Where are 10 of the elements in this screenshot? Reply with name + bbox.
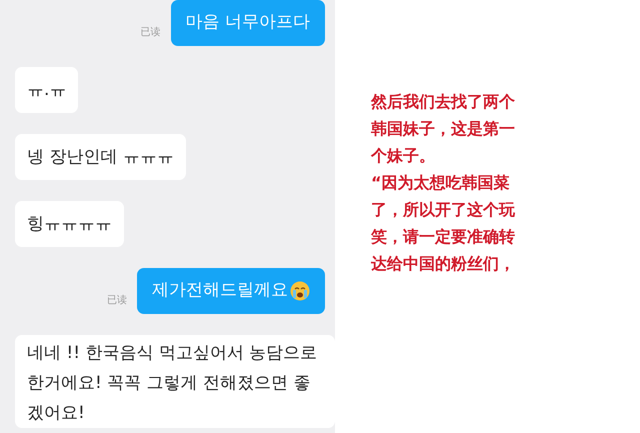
annotation-text: 然后我们去找了两个 韩国妹子，这是第一 个妹子。 “因为太想吃韩国菜 了，所以开了这个玩 笑，请一定要准确转 达给中国的粉丝们， [371,91,515,275]
received-message-bubble: 넹 장난인데 ㅠㅠㅠ [15,134,186,180]
read-receipt: 已读 [107,294,127,308]
received-message-bubble: ㅠ.ㅠ [15,67,78,113]
received-message-bubble: 힝ㅠㅠㅠㅠ [15,201,124,247]
received-message-bubble: 네네 !! 한국음식 먹고싶어서 농담으로 한거에요! 꼭꼭 그렇게 전해졌으면 좋 겠어요! [15,335,335,428]
read-receipt: 已读 [140,26,161,40]
crying-emoji-icon [290,281,310,301]
sent-message-bubble: 제가전해드릴께요 [137,268,325,314]
sent-message-bubble: 마음 너무아프다 [170,0,325,46]
